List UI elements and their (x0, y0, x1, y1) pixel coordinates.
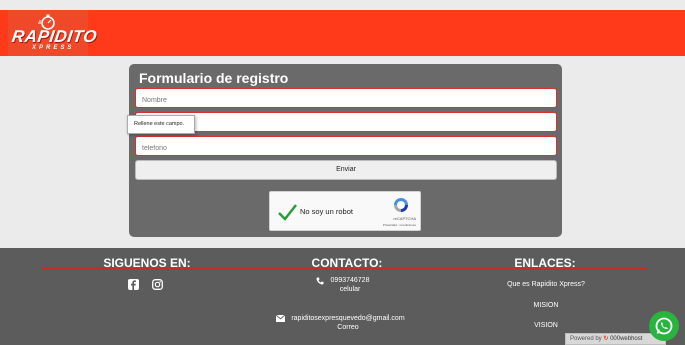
link-vision[interactable]: VISION (486, 322, 606, 329)
header-bar: RAPIDITO XPRESS (0, 10, 685, 56)
logo-brand-text: RAPIDITO (10, 27, 99, 46)
phone-field-wrapper (135, 136, 557, 158)
social-title: SIGUENOS EN: (103, 256, 191, 270)
validation-tooltip: Rellene este campo. (127, 115, 195, 134)
recaptcha-logo-icon (394, 198, 408, 212)
contact-title: CONTACTO: (311, 256, 383, 270)
email-address[interactable]: rapiditosexpresquevedo@gmail.com (282, 315, 414, 322)
email-input[interactable] (136, 115, 556, 134)
name-field-wrapper (135, 88, 557, 110)
whatsapp-button[interactable] (649, 311, 679, 341)
host-brand-text: 000webhost (610, 336, 643, 342)
recaptcha-widget: No soy un robot reCAPTCHA Privacidad - C… (269, 191, 421, 231)
email-field-wrapper (135, 112, 557, 134)
phone-input[interactable] (136, 139, 556, 158)
link-mision[interactable]: MISION (486, 302, 606, 309)
phone-number: 0993746728 (330, 277, 370, 284)
logo-sub-text: XPRESS (32, 45, 75, 51)
footer: SIGUENOS EN: CONTACTO: 0993746728 celula… (0, 248, 685, 345)
links-title: ENLACES: (514, 256, 576, 270)
email-label: Correo (337, 324, 359, 331)
link-about[interactable]: Que es Rapidito Xpress? (486, 281, 606, 288)
powered-by-badge[interactable]: Powered by ↻ 000webhost (565, 333, 666, 345)
host-logo-icon: ↻ (603, 336, 609, 342)
recaptcha-brand: reCAPTCHA (393, 216, 416, 221)
recaptcha-terms[interactable]: Privacidad - Condiciones (383, 223, 416, 227)
recaptcha-label: No soy un robot (300, 207, 353, 216)
site-logo[interactable]: RAPIDITO XPRESS (8, 10, 98, 56)
facebook-icon[interactable] (128, 279, 139, 290)
submit-button[interactable]: Enviar (135, 160, 557, 180)
phone-label: celular (339, 286, 361, 293)
form-title: Formulario de registro (139, 70, 289, 86)
whatsapp-icon (655, 317, 673, 335)
instagram-icon[interactable] (152, 279, 163, 290)
powered-by-text: Powered by (570, 336, 602, 342)
name-input[interactable] (136, 91, 556, 110)
checkmark-icon[interactable] (276, 201, 298, 223)
